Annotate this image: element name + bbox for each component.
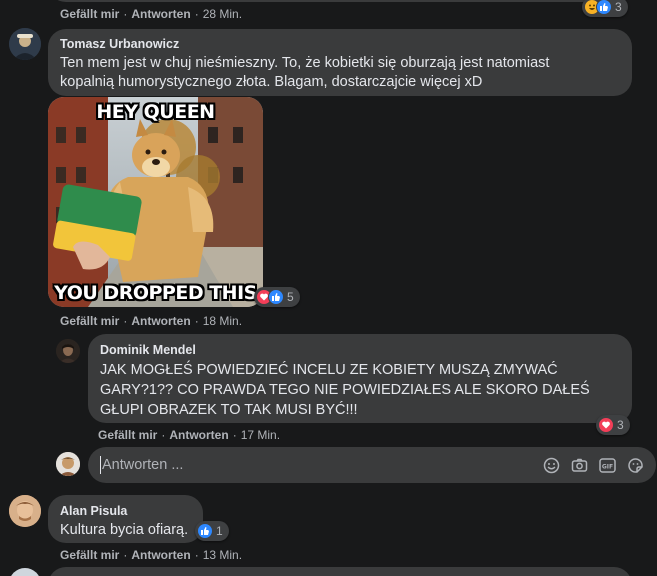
comment-time: 28 Min. — [202, 7, 243, 21]
comment-text-line: GARY?1?? CO PRAWDA TEGO NIE POWIEDZIAŁES… — [100, 382, 590, 398]
avatar-current-user[interactable] — [56, 452, 80, 476]
gif-icon[interactable]: GIF — [599, 457, 616, 474]
alan-comment-actions: Gefällt mir · Antworten · 13 Min. — [60, 548, 243, 562]
like-action[interactable]: Gefällt mir — [60, 548, 119, 562]
love-reaction-icon — [598, 417, 614, 433]
like-action[interactable]: Gefällt mir — [98, 428, 157, 442]
alan-reactions[interactable]: 1 — [195, 521, 229, 541]
text-caret — [100, 456, 101, 474]
comment-text-line: GŁUPI OBRAZEK TO TAK MUSI BYĆ!!! — [100, 402, 358, 418]
comment-author[interactable]: Tomasz Urbanowicz — [60, 37, 620, 51]
like-reaction-icon — [596, 0, 612, 15]
reply-action[interactable]: Antworten — [131, 314, 190, 328]
reaction-count: 3 — [615, 0, 622, 14]
like-action[interactable]: Gefällt mir — [60, 314, 119, 328]
like-action[interactable]: Gefällt mir — [60, 7, 119, 21]
reply-action[interactable]: Antworten — [131, 548, 190, 562]
comment-text-line: kopalnią humorystycznego złota. Blagam, … — [60, 74, 483, 90]
reply-tools: GIF — [543, 457, 644, 474]
tomasz-reactions[interactable]: 5 — [254, 287, 300, 307]
reaction-count: 5 — [287, 290, 294, 304]
comment-text: Kultura bycia ofiarą. — [60, 522, 189, 538]
like-reaction-icon — [197, 523, 213, 539]
reaction-count: 3 — [617, 418, 624, 432]
comment-text-line: Ten mem jest w chuj nieśmieszny. To, że … — [60, 55, 550, 71]
dominik-reactions[interactable]: 3 — [596, 415, 630, 435]
meme-top-text: HEY QUEEN — [96, 101, 215, 123]
comment-time: 17 Min. — [240, 428, 281, 442]
emoji-icon[interactable] — [543, 457, 560, 474]
like-reaction-icon — [268, 289, 284, 305]
avatar-dominik[interactable] — [56, 339, 80, 363]
avatar-next-commenter[interactable] — [9, 568, 41, 576]
comment-text-line: JAK MOGŁEŚ POWIEDZIEĆ INCELU ZE KOBIETY … — [100, 362, 558, 378]
comment-time: 18 Min. — [202, 314, 243, 328]
svg-text:GIF: GIF — [602, 463, 613, 470]
comment-author[interactable]: Dominik Mendel — [100, 343, 620, 357]
avatar-alan[interactable] — [9, 495, 41, 527]
meme-image[interactable]: HEY QUEEN YOU DROPPED THIS — [48, 97, 263, 307]
top-comment-actions: Gefällt mir · Antworten · 28 Min. — [60, 7, 243, 21]
reply-input[interactable] — [102, 457, 543, 473]
next-comment-bubble-edge — [48, 567, 632, 576]
top-comment-reactions[interactable]: 3 — [582, 0, 628, 17]
comment-time: 13 Min. — [202, 548, 243, 562]
comment-bubble-dominik: Dominik Mendel JAK MOGŁEŚ POWIEDZIEĆ INC… — [88, 334, 632, 423]
reply-action[interactable]: Antworten — [131, 7, 190, 21]
tomasz-comment-actions: Gefällt mir · Antworten · 18 Min. — [60, 314, 243, 328]
camera-icon[interactable] — [571, 457, 588, 474]
avatar-tomasz[interactable] — [9, 28, 41, 60]
comment-author[interactable]: Alan Pisula — [60, 504, 191, 518]
reply-action[interactable]: Antworten — [169, 428, 228, 442]
reply-input-box[interactable]: GIF — [88, 447, 656, 483]
dominik-comment-actions: Gefällt mir · Antworten · 17 Min. — [98, 428, 281, 442]
reaction-count: 1 — [216, 524, 223, 538]
comment-bubble-alan: Alan Pisula Kultura bycia ofiarą. — [48, 495, 203, 543]
comment-bubble-tomasz: Tomasz Urbanowicz Ten mem jest w chuj ni… — [48, 29, 632, 96]
sticker-icon[interactable] — [627, 457, 644, 474]
previous-comment-bubble-edge — [48, 0, 608, 2]
meme-bottom-text: YOU DROPPED THIS — [54, 282, 257, 304]
